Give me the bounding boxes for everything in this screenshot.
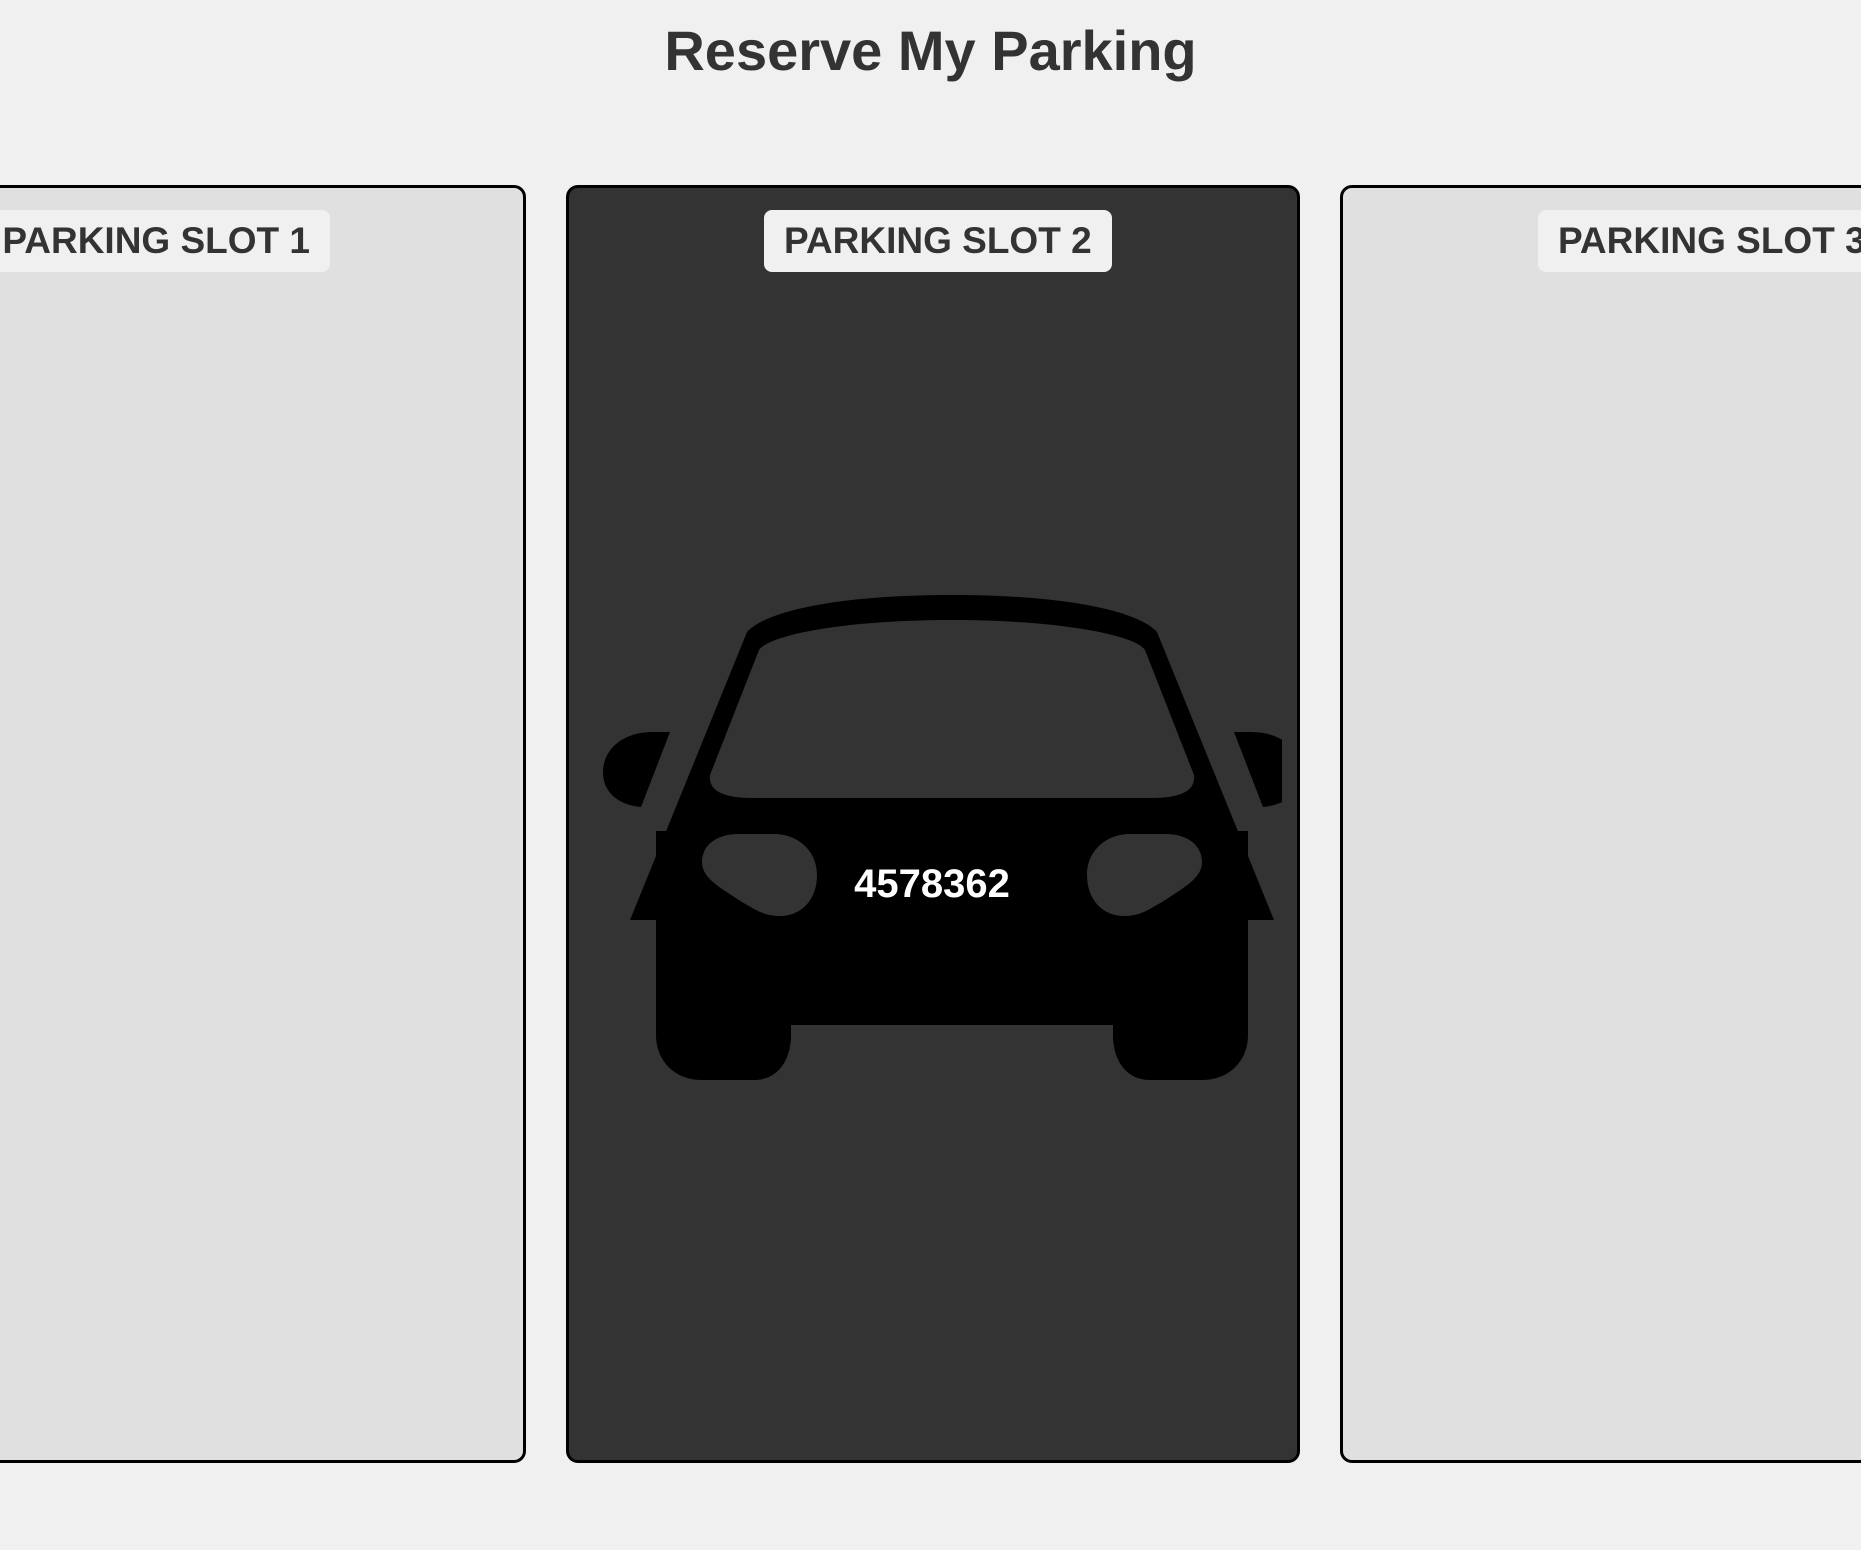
slot-label: PARKING SLOT 2 <box>764 210 1112 272</box>
parked-car: 4578362 <box>582 580 1282 1080</box>
parking-slot-1[interactable]: PARKING SLOT 1 <box>0 185 526 1463</box>
car-icon <box>603 595 1282 1080</box>
parking-slot-2[interactable]: PARKING SLOT 2 4578362 <box>566 185 1300 1463</box>
parking-slot-3[interactable]: PARKING SLOT 3 <box>1340 185 1861 1463</box>
license-plate: 4578362 <box>854 862 1010 906</box>
slot-label: PARKING SLOT 1 <box>0 210 330 272</box>
slot-label: PARKING SLOT 3 <box>1538 210 1861 272</box>
page-title: Reserve My Parking <box>664 19 1197 82</box>
